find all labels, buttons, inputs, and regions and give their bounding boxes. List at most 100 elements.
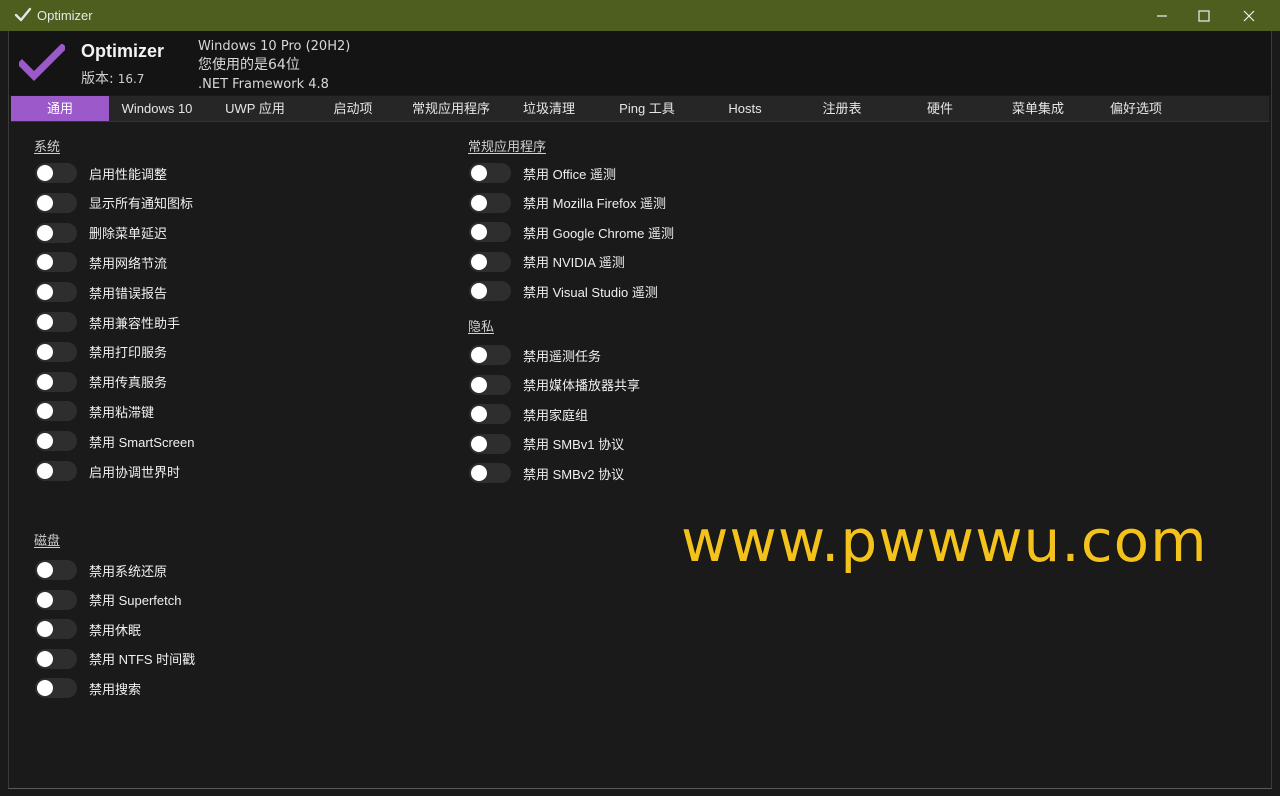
tab-cleanup[interactable]: 垃圾清理 [501,96,597,121]
privacy-option[interactable]: 禁用 SMBv1 协议 [469,433,624,455]
toggle-switch[interactable] [35,678,77,699]
toggle-switch[interactable] [35,619,77,640]
option-label: 禁用遥测任务 [523,348,602,364]
option-label: 禁用休眠 [89,622,142,638]
toggle-switch[interactable] [35,461,77,481]
toggle-switch[interactable] [469,345,511,365]
option-label: 禁用 Office 遥测 [523,166,616,182]
toggle-knob [37,254,53,271]
toggle-switch[interactable] [469,404,511,425]
toggle-knob [37,314,53,330]
main-frame: Optimizer 版本: 16.7 Windows 10 Pro (20H2) … [8,31,1272,789]
option-label: 禁用 SMBv2 协议 [523,466,625,482]
disk-option[interactable]: 禁用 Superfetch [35,589,182,611]
toggle-switch[interactable] [35,341,77,362]
toggle-knob [471,376,487,393]
toggle-switch[interactable] [469,192,511,213]
system-option[interactable]: 禁用粘滞键 [35,400,154,422]
toggle-switch[interactable] [469,281,511,302]
tab-common-apps[interactable]: 常规应用程序 [401,96,501,121]
tab-startup[interactable]: 启动项 [305,96,401,121]
toggle-switch[interactable] [469,374,511,395]
toggle-switch[interactable] [35,560,77,580]
toggle-switch[interactable] [469,463,511,484]
system-option[interactable]: 禁用打印服务 [35,341,167,363]
tab-hosts[interactable]: Hosts [697,96,793,121]
toggle-switch[interactable] [35,163,77,183]
toggle-knob [37,680,53,697]
option-label: 禁用传真服务 [89,375,168,391]
common-apps-option[interactable]: 禁用 Mozilla Firefox 遥测 [469,192,666,214]
tab-general[interactable]: 通用 [11,96,109,121]
system-option[interactable]: 删除菜单延迟 [35,222,167,244]
option-label: 显示所有通知图标 [89,196,194,212]
toggle-switch[interactable] [35,252,77,273]
common-apps-option[interactable]: 禁用 NVIDIA 遥测 [469,251,625,273]
privacy-option[interactable]: 禁用 SMBv2 协议 [469,462,624,484]
section-title-disk: 磁盘 [34,534,61,549]
toggle-switch[interactable] [35,222,77,243]
toggle-knob [471,435,487,452]
toggle-switch[interactable] [469,222,511,243]
version-info: 版本: 16.7 [81,68,144,88]
toggle-knob [471,224,487,241]
common-apps-option[interactable]: 禁用 Visual Studio 遥测 [469,280,658,302]
system-option[interactable]: 禁用 SmartScreen [35,430,194,452]
toggle-knob [37,194,53,211]
system-option[interactable]: 启用协调世界时 [35,460,180,482]
common-apps-option[interactable]: 禁用 Office 遥测 [469,162,616,184]
option-label: 禁用媒体播放器共享 [523,378,641,394]
tab-ping[interactable]: Ping 工具 [597,96,697,121]
option-label: 删除菜单延迟 [89,226,168,242]
system-option[interactable]: 显示所有通知图标 [35,192,193,214]
toggle-knob [37,433,53,450]
tab-windows10[interactable]: Windows 10 [109,96,205,121]
tab-menu-integration[interactable]: 菜单集成 [989,96,1087,121]
logo-checkmark-icon [17,43,67,82]
disk-option[interactable]: 禁用 NTFS 时间戳 [35,648,195,670]
system-info: Windows 10 Pro (20H2) 您使用的是64位 .NET Fram… [198,37,350,94]
disk-option[interactable]: 禁用系统还原 [35,559,167,581]
tab-registry[interactable]: 注册表 [793,96,891,121]
title-bar[interactable]: Optimizer [0,0,1280,31]
toggle-switch[interactable] [35,312,77,332]
system-option[interactable]: 禁用错误报告 [35,281,167,303]
tab-uwp-apps[interactable]: UWP 应用 [205,96,305,121]
tab-preferences[interactable]: 偏好选项 [1087,96,1185,121]
toggle-switch[interactable] [469,251,511,272]
close-button[interactable] [1226,0,1272,31]
common-apps-option[interactable]: 禁用 Google Chrome 遥测 [469,221,674,243]
system-option[interactable]: 启用性能调整 [35,162,167,184]
toggle-switch[interactable] [35,192,77,213]
option-label: 禁用搜索 [89,681,142,697]
option-label: 禁用错误报告 [89,285,168,301]
disk-option[interactable]: 禁用休眠 [35,618,141,640]
app-header: Optimizer 版本: 16.7 Windows 10 Pro (20H2) … [9,31,1271,95]
toggle-knob [37,463,53,479]
toggle-knob [37,224,53,241]
option-label: 禁用 SMBv1 协议 [523,437,625,453]
option-label: 禁用打印服务 [89,345,168,361]
system-option[interactable]: 禁用兼容性助手 [35,311,180,333]
minimize-button[interactable] [1139,0,1185,31]
toggle-switch[interactable] [35,401,77,422]
toggle-switch[interactable] [35,431,77,452]
toggle-switch[interactable] [35,648,77,669]
system-option[interactable]: 禁用传真服务 [35,371,167,393]
toggle-switch[interactable] [35,282,77,303]
privacy-option[interactable]: 禁用遥测任务 [469,344,601,366]
system-option[interactable]: 禁用网络节流 [35,251,167,273]
toggle-switch[interactable] [469,433,511,454]
toggle-switch[interactable] [35,371,77,392]
close-icon [1243,10,1255,22]
maximize-button[interactable] [1181,0,1227,31]
disk-option[interactable]: 禁用搜索 [35,677,141,699]
option-label: 禁用兼容性助手 [89,315,181,331]
section-title-system: 系统 [34,140,61,155]
toggle-switch[interactable] [469,163,511,183]
privacy-option[interactable]: 禁用家庭组 [469,403,588,425]
toggle-switch[interactable] [35,589,77,610]
privacy-option[interactable]: 禁用媒体播放器共享 [469,374,640,396]
tab-hardware[interactable]: 硬件 [891,96,989,121]
arch-info: 您使用的是64位 [198,57,300,73]
